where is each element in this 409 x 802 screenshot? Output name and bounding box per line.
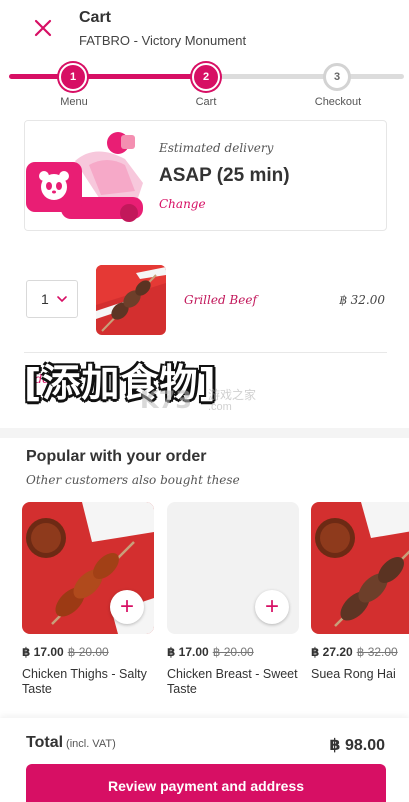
original-price: ฿ 20.00: [67, 645, 109, 659]
plus-icon: +: [119, 593, 134, 620]
checkout-footer: Total (incl. VAT) ฿ 98.00 Review payment …: [0, 718, 409, 802]
current-price: ฿ 27.20: [311, 645, 353, 659]
step-cart-label: Cart: [195, 96, 217, 108]
recommendation-name: Suea Rong Hai: [311, 667, 396, 681]
delivery-estimate-card: Estimated delivery ASAP (25 min) Change: [24, 120, 387, 231]
total-label: Total: [26, 734, 64, 751]
checkout-progress: 1 Menu 2 Cart 3 Checkout: [0, 60, 409, 112]
popular-section-subtitle: Other customers also bought these: [26, 473, 240, 487]
watermark-logo: K73: [140, 386, 192, 414]
cart-item-name[interactable]: Grilled Beef: [184, 293, 257, 307]
recommendations-carousel[interactable]: + ฿ 17.00 ฿ 20.00 Chicken Thighs - Salty …: [0, 500, 409, 710]
site-watermark: K73 游戏之家 .com: [140, 384, 280, 420]
cart-header: Cart FATBRO - Victory Monument: [0, 0, 409, 60]
progress-track-complete: [9, 74, 205, 79]
delivery-rider-illustration: [25, 121, 155, 230]
close-icon: [34, 19, 52, 37]
price-row: ฿ 27.20 ฿ 32.00: [311, 645, 398, 659]
step-cart-marker: 2: [192, 63, 220, 91]
original-price: ฿ 20.00: [212, 645, 254, 659]
total-amount: ฿ 98.00: [329, 737, 385, 754]
step-checkout-marker: 3: [323, 63, 351, 91]
quantity-value: 1: [41, 291, 49, 307]
recommendation-card[interactable]: + ฿ 17.00 ฿ 20.00 Chicken Thighs - Salty …: [22, 500, 154, 700]
recommendation-name: Chicken Thighs - Salty Taste: [22, 667, 147, 696]
cart-item-price: ฿ 32.00: [339, 293, 385, 307]
add-to-cart-button[interactable]: +: [255, 590, 289, 624]
current-price: ฿ 17.00: [167, 645, 209, 659]
cart-item-row: 1 Grilled Beef ฿ 32.00: [0, 256, 409, 346]
suea-rong-hai-image: [311, 502, 409, 634]
estimated-delivery-label: Estimated delivery: [159, 141, 274, 155]
recommendation-name: Chicken Breast - Sweet Taste: [167, 667, 298, 696]
recommendation-card[interactable]: + ฿ 17.00 ฿ 20.00 Chicken Breast - Sweet …: [167, 500, 299, 700]
page-title: Cart: [79, 9, 112, 26]
review-payment-button[interactable]: Review payment and address: [26, 764, 386, 802]
add-to-cart-button[interactable]: +: [110, 590, 144, 624]
step-checkout-label: Checkout: [314, 96, 362, 108]
change-delivery-link[interactable]: Change: [159, 197, 206, 211]
section-separator: [0, 428, 409, 438]
chevron-down-icon: [57, 296, 67, 303]
progress-track-remaining: [205, 74, 404, 79]
price-row: ฿ 17.00 ฿ 20.00: [167, 645, 254, 659]
total-label-group: Total (incl. VAT): [26, 734, 116, 752]
restaurant-name: FATBRO - Victory Monument: [79, 33, 247, 48]
estimated-delivery-time: ASAP (25 min): [159, 165, 290, 186]
recommendation-card[interactable]: ฿ 27.20 ฿ 32.00 Suea Rong Hai: [311, 500, 409, 700]
price-row: ฿ 17.00 ฿ 20.00: [22, 645, 109, 659]
current-price: ฿ 17.00: [22, 645, 64, 659]
watermark-url: .com: [208, 401, 232, 413]
grilled-beef-thumbnail: [96, 265, 166, 335]
close-button[interactable]: [30, 15, 56, 41]
step-menu-marker[interactable]: 1: [59, 63, 87, 91]
popular-section-title: Popular with your order: [26, 448, 207, 465]
original-price: ฿ 32.00: [356, 645, 398, 659]
quantity-dropdown[interactable]: 1: [26, 280, 78, 318]
vat-note: (incl. VAT): [66, 738, 116, 750]
plus-icon: +: [264, 593, 279, 620]
step-menu-label: Menu: [60, 96, 88, 108]
